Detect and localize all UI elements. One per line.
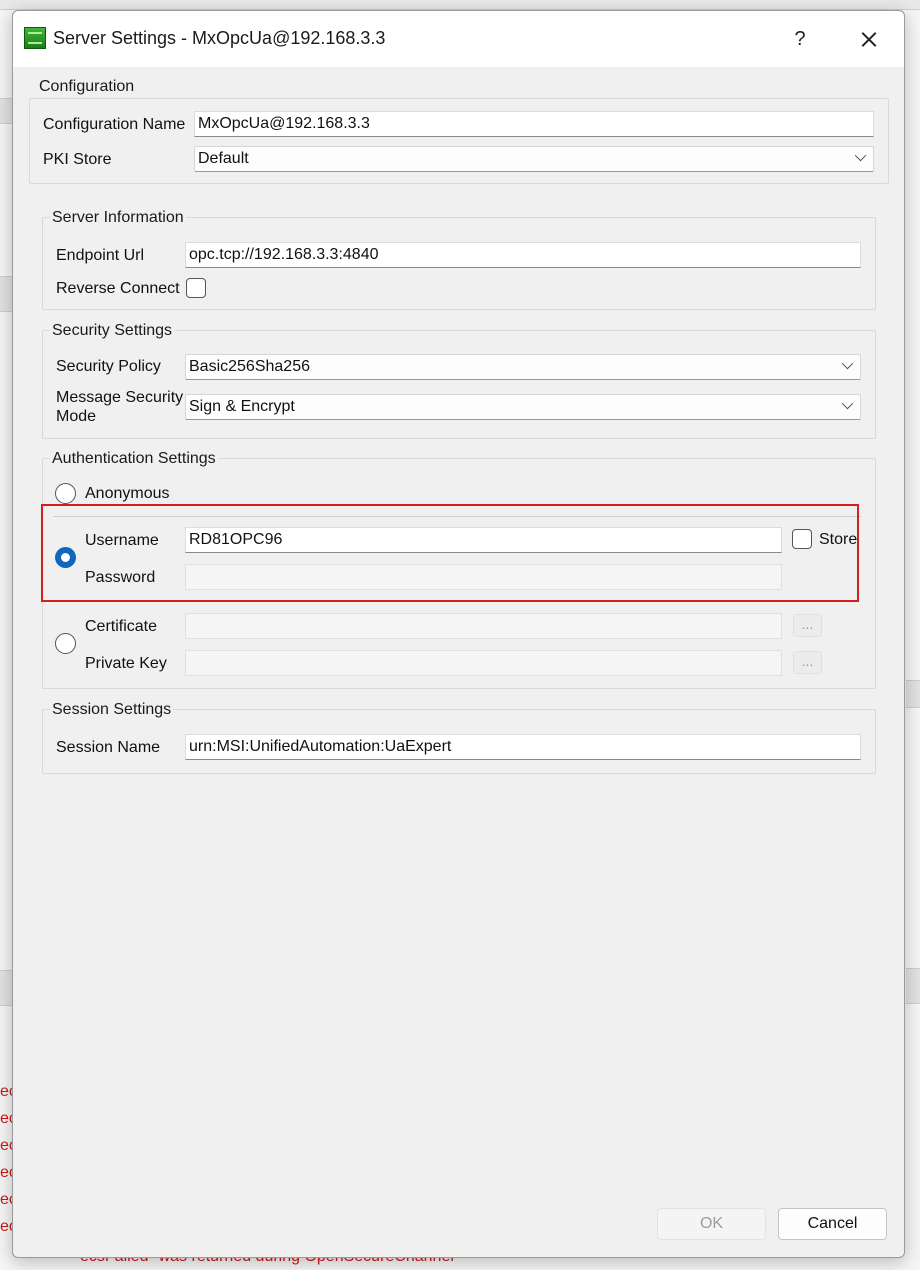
log-line: ec [0,1083,12,1100]
private-key-label: Private Key [85,655,167,672]
chevron-down-icon [841,357,854,370]
log-line: ec [0,1191,12,1208]
message-security-mode-label: Message Security Mode [56,389,184,425]
cancel-button[interactable]: Cancel [778,1208,887,1240]
certificate-browse-button[interactable]: ... [793,614,822,637]
message-security-mode-value: Sign & Encrypt [189,398,295,415]
session-name-label: Session Name [56,739,161,756]
username-label: Username [85,532,159,549]
reverse-connect-label: Reverse Connect [56,280,180,297]
username-input[interactable]: RD81OPC96 [185,527,782,553]
username-radio[interactable] [55,547,76,568]
chevron-down-icon [854,149,867,162]
security-settings-group-title: Security Settings [50,322,175,340]
pki-store-label: PKI Store [43,151,112,168]
security-policy-label: Security Policy [56,358,161,375]
background-log: ec ec ec ec ec ec [0,1078,12,1240]
private-key-browse-button[interactable]: ... [793,651,822,674]
endpoint-url-input[interactable]: opc.tcp://192.168.3.3:4840 [185,242,861,268]
server-settings-dialog: Server Settings - MxOpcUa@192.168.3.3 ? … [12,10,905,1258]
anonymous-radio[interactable] [55,483,76,504]
close-icon[interactable] [851,23,887,55]
reverse-connect-checkbox[interactable] [186,278,206,298]
certificate-label: Certificate [85,618,158,635]
log-line: ec [0,1164,12,1181]
authentication-settings-group-title: Authentication Settings [50,450,218,468]
security-policy-select[interactable]: Basic256Sha256 [185,354,861,380]
message-security-mode-select[interactable]: Sign & Encrypt [185,394,861,420]
pki-store-value: Default [198,150,249,167]
help-button[interactable]: ? [783,24,817,54]
configuration-name-input[interactable]: MxOpcUa@192.168.3.3 [194,111,874,137]
private-key-input[interactable] [185,650,782,676]
background-panel-strip [0,970,12,1006]
store-label: Store [819,531,858,548]
pki-store-select[interactable]: Default [194,146,874,172]
chevron-down-icon [841,397,854,410]
log-line: ec [0,1110,12,1127]
server-information-group-title: Server Information [50,209,186,227]
background-panel-strip [906,680,920,708]
store-checkbox[interactable] [792,529,812,549]
password-label: Password [85,569,156,586]
ok-button[interactable]: OK [657,1208,766,1240]
certificate-radio[interactable] [55,633,76,654]
background-panel-strip [0,276,12,312]
session-settings-group-title: Session Settings [50,701,174,719]
background-panel-strip [0,98,12,124]
log-line: ec [0,1137,12,1154]
security-policy-value: Basic256Sha256 [189,358,310,375]
configuration-group-title: Configuration [37,78,137,96]
session-name-input[interactable]: urn:MSI:UnifiedAutomation:UaExpert [185,734,861,760]
background-toolbar [0,0,920,10]
endpoint-url-label: Endpoint Url [56,247,145,264]
dialog-titlebar[interactable]: Server Settings - MxOpcUa@192.168.3.3 ? [13,11,904,67]
log-line: ec [0,1218,12,1235]
password-input[interactable] [185,564,782,590]
certificate-input[interactable] [185,613,782,639]
configuration-name-label: Configuration Name [43,116,186,133]
uaexpert-app-icon [24,27,46,49]
background-panel-strip [906,968,920,1004]
dialog-title: Server Settings - MxOpcUa@192.168.3.3 [53,28,386,48]
anonymous-label: Anonymous [85,485,170,502]
